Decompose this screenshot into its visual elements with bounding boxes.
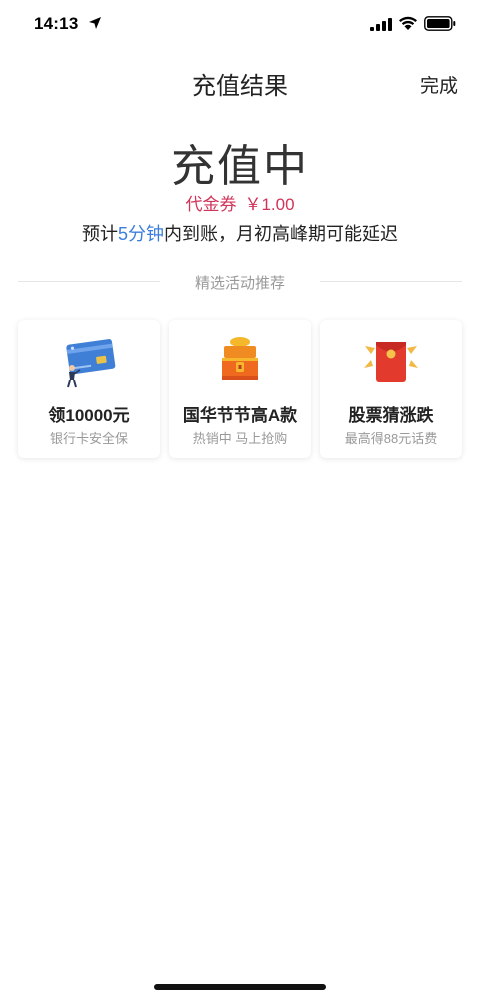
eta-suffix: 内到账，月初高峰期可能延迟 xyxy=(164,224,398,244)
status-time: 14:13 xyxy=(34,14,79,33)
promo-card-fund[interactable]: 国华节节高A款 热销中 马上抢购 xyxy=(169,320,311,458)
treasure-chest-icon xyxy=(222,337,258,380)
promo-card-title: 国华节节高A款 xyxy=(182,406,298,425)
divider-right xyxy=(320,281,462,282)
battery-icon xyxy=(424,16,456,31)
promo-card-subtitle: 最高得88元话费 xyxy=(344,431,438,446)
promo-cards: 领10000元 银行卡安全保 国华节节高A款 热销中 马上抢购 股票猜涨跌 最高… xyxy=(18,320,462,460)
promo-card-bank[interactable]: 领10000元 银行卡安全保 xyxy=(18,320,160,458)
red-envelope-icon xyxy=(364,342,418,382)
status-bar: 14:13 xyxy=(0,0,480,48)
section-label: 精选活动推荐 xyxy=(194,275,285,292)
voucher-label: 代金券 xyxy=(185,195,237,214)
promo-card-title: 领10000元 xyxy=(48,406,130,425)
promo-card-title: 股票猜涨跌 xyxy=(348,406,434,425)
eta-highlight: 5分钟 xyxy=(117,224,164,244)
voucher-line: 代金券 ￥1.00 xyxy=(0,190,480,215)
eta-prefix: 预计 xyxy=(81,224,118,244)
location-arrow-icon xyxy=(89,17,101,29)
voucher-amount: ￥1.00 xyxy=(244,195,295,214)
recharge-status-title: 充值中 xyxy=(171,142,309,191)
featured-section-header: 精选活动推荐 xyxy=(18,270,462,294)
done-button[interactable]: 完成 xyxy=(420,71,458,98)
promo-card-subtitle: 热销中 马上抢购 xyxy=(192,431,288,446)
cellular-signal-icon xyxy=(370,18,392,31)
promo-card-subtitle: 银行卡安全保 xyxy=(49,431,128,446)
home-indicator[interactable] xyxy=(154,984,326,990)
promo-card-stock[interactable]: 股票猜涨跌 最高得88元话费 xyxy=(320,320,462,458)
wifi-icon xyxy=(399,16,417,30)
eta-message: 预计5分钟内到账，月初高峰期可能延迟 xyxy=(0,220,480,246)
bank-card-icon xyxy=(66,339,116,388)
page-title: 充值结果 xyxy=(192,73,288,100)
